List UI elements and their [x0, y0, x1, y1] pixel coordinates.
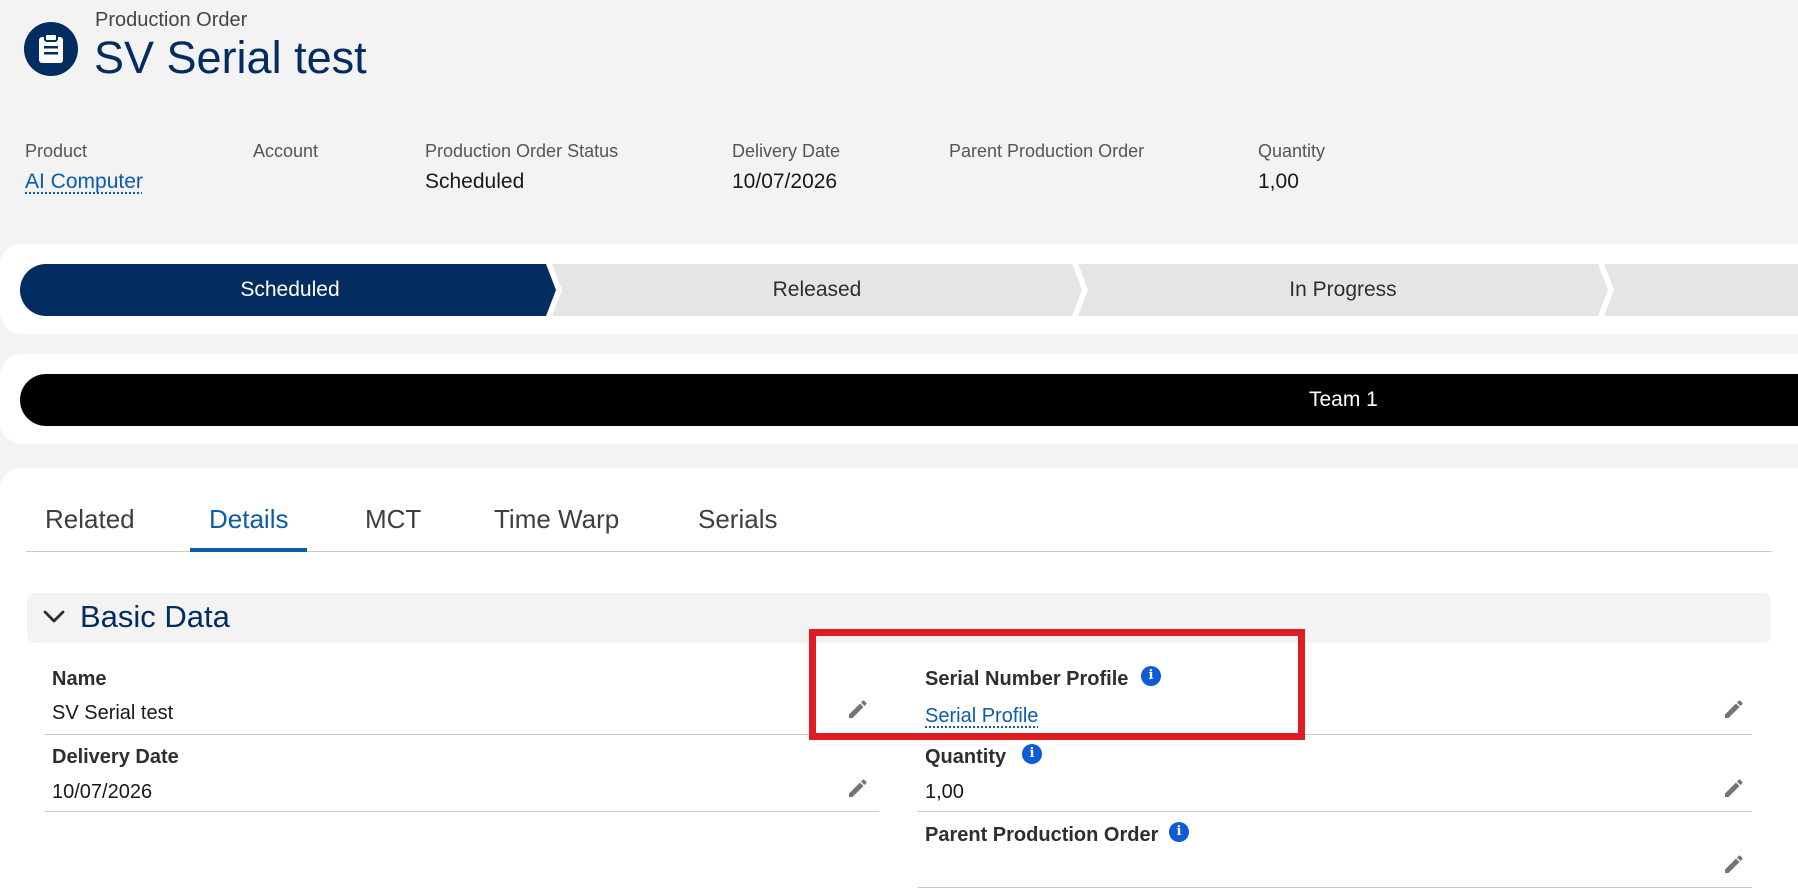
- pencil-icon[interactable]: [1722, 776, 1746, 800]
- tab-time-warp[interactable]: Time Warp: [475, 504, 638, 552]
- tab-bar: Related Details MCT Time Warp Serials: [26, 468, 1772, 552]
- team-label: Team 1: [1309, 388, 1378, 411]
- path-stage-label: Released: [772, 278, 862, 301]
- highlight-label: Production Order Status: [425, 141, 619, 161]
- field-label: Delivery Date: [52, 746, 179, 768]
- field-value: 10/07/2026: [52, 781, 153, 803]
- highlight-quantity: Quantity 1,00: [1258, 140, 1325, 195]
- path-stage-next[interactable]: [1604, 264, 1798, 316]
- highlight-product: Product AI Computer: [25, 140, 143, 195]
- field-label: Name: [52, 668, 107, 690]
- highlight-value: 1,00: [1258, 170, 1299, 193]
- highlight-value: 10/07/2026: [732, 170, 838, 193]
- record-header: Production Order SV Serial test Product …: [0, 0, 1798, 240]
- highlight-status: Production Order Status Scheduled: [425, 140, 618, 195]
- field-quantity: Quantity i 1,00: [918, 736, 1752, 812]
- field-label: Parent Production Order: [925, 824, 1159, 846]
- info-icon[interactable]: i: [1169, 822, 1189, 842]
- highlight-label: Delivery Date: [732, 141, 841, 161]
- record-title: SV Serial test: [94, 32, 367, 83]
- tab-serials[interactable]: Serials: [679, 504, 796, 552]
- section-title: Basic Data: [80, 599, 230, 634]
- info-icon[interactable]: i: [1022, 744, 1042, 764]
- annotation-highlight-box: [809, 629, 1305, 740]
- field-parent-production-order: Parent Production Order i: [918, 812, 1752, 888]
- product-link[interactable]: AI Computer: [25, 169, 143, 195]
- highlight-value: Scheduled: [425, 170, 525, 193]
- highlight-delivery-date: Delivery Date 10/07/2026: [732, 140, 840, 195]
- field-delivery-date: Delivery Date 10/07/2026: [45, 736, 879, 812]
- path-stage-label: In Progress: [1289, 278, 1397, 301]
- chevron-down-icon: [43, 610, 65, 623]
- tab-related[interactable]: Related: [26, 504, 154, 552]
- pencil-icon[interactable]: [1722, 852, 1746, 876]
- clipboard-icon: [24, 22, 78, 76]
- field-value: 1,00: [925, 781, 964, 803]
- field-value: SV Serial test: [52, 702, 174, 724]
- highlight-label: Parent Production Order: [949, 141, 1145, 161]
- tab-mct[interactable]: MCT: [346, 504, 440, 552]
- highlight-label: Product: [25, 141, 88, 161]
- team-card: Team 1: [0, 354, 1798, 444]
- field-label: Quantity: [925, 746, 1007, 768]
- pencil-icon[interactable]: [1722, 697, 1746, 721]
- team-bar[interactable]: Team 1: [20, 374, 1798, 426]
- highlight-label: Quantity: [1258, 141, 1326, 161]
- highlight-parent-order: Parent Production Order: [949, 140, 1144, 169]
- pencil-icon[interactable]: [846, 776, 870, 800]
- tab-details[interactable]: Details: [190, 504, 308, 552]
- path-card: Scheduled Released In Progress: [0, 244, 1798, 334]
- object-type-label: Production Order: [95, 9, 248, 31]
- highlight-label: Account: [253, 141, 319, 161]
- field-name: Name SV Serial test: [45, 660, 879, 735]
- highlight-account: Account: [253, 140, 318, 169]
- path-bar: Scheduled Released In Progress: [20, 264, 1798, 316]
- path-stage-label: Scheduled: [240, 278, 340, 301]
